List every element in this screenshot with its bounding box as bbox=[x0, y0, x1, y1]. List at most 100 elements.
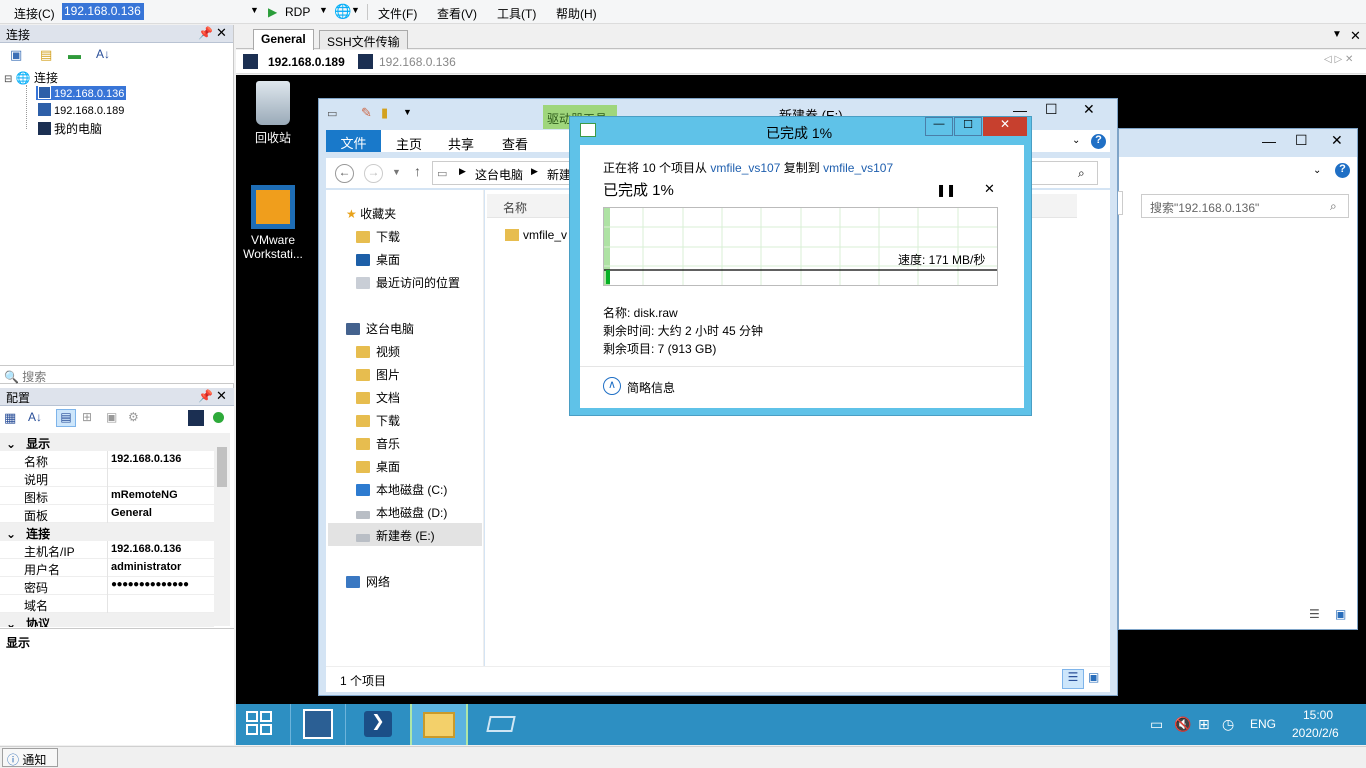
collapse-chevron-icon[interactable]: ⌄ bbox=[6, 527, 16, 541]
inheritance-icon[interactable]: ⊞ bbox=[82, 410, 92, 424]
tree-item-192-168-0-189[interactable]: 192.168.0.189 bbox=[36, 103, 126, 117]
config-scrollbar[interactable] bbox=[214, 433, 230, 626]
prop-value[interactable]: 192.168.0.136 bbox=[111, 453, 181, 465]
prop-value[interactable]: mRemoteNG bbox=[111, 489, 178, 501]
file-item[interactable]: vmfile_v bbox=[505, 228, 567, 242]
prop-value[interactable]: administrator bbox=[111, 561, 181, 573]
nav-drive-d[interactable]: 本地磁盘 (D:) bbox=[356, 504, 447, 521]
forward-arrow-icon[interactable]: → bbox=[364, 164, 383, 183]
help-icon[interactable]: ? bbox=[1091, 134, 1106, 149]
pause-icon[interactable]: ❚❚ bbox=[936, 183, 956, 197]
tab-list-chevron-icon[interactable]: ▼ bbox=[1332, 29, 1342, 40]
nav-fav-recent[interactable]: 最近访问的位置 bbox=[356, 274, 460, 291]
destination-link[interactable]: vmfile_vs107 bbox=[823, 161, 893, 175]
details-view-icon[interactable]: ☰ bbox=[1309, 607, 1320, 621]
scroll-tabs-icon[interactable]: ◁ ▷ ✕ bbox=[1324, 54, 1353, 65]
maximize-icon[interactable]: ☐ bbox=[1295, 132, 1308, 149]
prop-row-name[interactable]: 名称 192.168.0.136 bbox=[0, 451, 214, 469]
taskbar-copy[interactable] bbox=[486, 712, 516, 736]
taskbar-powershell[interactable]: ❯ bbox=[350, 704, 406, 745]
host-input[interactable]: 192.168.0.136 bbox=[62, 3, 144, 20]
properties-icon[interactable]: ▤ bbox=[56, 409, 76, 427]
tree-item-192-168-0-136[interactable]: 192.168.0.136 bbox=[36, 86, 127, 100]
new-connection-icon[interactable]: ▣ bbox=[10, 47, 22, 63]
show-desktop-icon[interactable]: ▭ bbox=[1150, 716, 1163, 733]
prop-value[interactable]: 192.168.0.136 bbox=[111, 543, 181, 555]
clock-date[interactable]: 2020/2/6 bbox=[1292, 726, 1339, 740]
ribbon-expand-chevron-icon[interactable]: ⌄ bbox=[1072, 135, 1080, 146]
properties-quick-icon[interactable]: ✎ bbox=[361, 105, 372, 121]
alphabetical-icon[interactable]: A↓ bbox=[28, 410, 42, 424]
large-icons-view-icon[interactable]: ▣ bbox=[1088, 670, 1099, 684]
category-connection[interactable]: ⌄ 连接 bbox=[0, 523, 214, 541]
nav-music[interactable]: 音乐 bbox=[356, 435, 400, 452]
prop-row-domain[interactable]: 域名 bbox=[0, 595, 214, 613]
protocol-dropdown-chevron-icon[interactable]: ▼ bbox=[319, 5, 328, 15]
collapse-details-icon[interactable]: ∧ bbox=[603, 377, 621, 395]
ribbon-tab-view[interactable]: 查看 bbox=[502, 134, 528, 153]
nav-videos[interactable]: 视频 bbox=[356, 343, 400, 360]
nav-pictures[interactable]: 图片 bbox=[356, 366, 400, 383]
prop-row-panel[interactable]: 面板 General bbox=[0, 505, 214, 523]
less-details-button[interactable]: 简略信息 bbox=[627, 379, 675, 396]
host-dropdown-chevron-icon[interactable]: ▼ bbox=[250, 5, 259, 15]
minimize-icon[interactable]: — bbox=[925, 117, 953, 136]
prop-row-icon[interactable]: 图标 mRemoteNG bbox=[0, 487, 214, 505]
default-props-icon[interactable]: ▣ bbox=[106, 410, 117, 424]
nav-fav-desktop[interactable]: 桌面 bbox=[356, 251, 400, 268]
session-tab-136[interactable]: 192.168.0.136 bbox=[379, 55, 456, 69]
start-button[interactable] bbox=[246, 711, 274, 737]
prop-row-password[interactable]: 密码 ●●●●●●●●●●●●●● bbox=[0, 577, 214, 595]
category-protocol[interactable]: ⌄ 协议 bbox=[0, 613, 214, 627]
connect-menu[interactable]: 连接(C) bbox=[14, 5, 55, 22]
help-icon[interactable]: ? bbox=[1335, 163, 1350, 178]
minimize-icon[interactable]: — bbox=[1262, 133, 1276, 149]
nav-network[interactable]: 网络 bbox=[346, 573, 390, 590]
prop-row-hostname[interactable]: 主机名/IP 192.168.0.136 bbox=[0, 541, 214, 559]
network-tray-icon[interactable]: ⊞ bbox=[1198, 716, 1210, 733]
pin-icon[interactable]: 📌 bbox=[198, 26, 213, 40]
nav-documents[interactable]: 文档 bbox=[356, 389, 400, 406]
category-display[interactable]: ⌄ 显示 bbox=[0, 433, 214, 451]
scrollbar-thumb[interactable] bbox=[217, 447, 227, 487]
tools-menu[interactable]: 工具(T) bbox=[497, 5, 536, 22]
back-arrow-icon[interactable]: ← bbox=[335, 164, 354, 183]
tab-general[interactable]: General bbox=[253, 29, 314, 50]
tree-root-connections[interactable]: ⊟ 🌐 连接 bbox=[4, 69, 58, 86]
ribbon-tab-home[interactable]: 主页 bbox=[396, 134, 422, 153]
language-indicator[interactable]: ENG bbox=[1250, 717, 1276, 731]
close-tab-icon[interactable]: ✕ bbox=[1350, 28, 1361, 44]
tree-item-my-computer[interactable]: 我的电脑 bbox=[36, 120, 104, 137]
taskbar-explorer[interactable] bbox=[410, 704, 468, 745]
new-folder-icon[interactable]: ▤ bbox=[40, 47, 52, 63]
clock-time[interactable]: 15:00 bbox=[1303, 708, 1333, 722]
prop-value[interactable]: ●●●●●●●●●●●●●● bbox=[111, 579, 189, 590]
globe-icon[interactable]: 🌐 bbox=[334, 3, 351, 20]
session-tab-189[interactable]: 192.168.0.189 bbox=[268, 55, 345, 69]
close-icon[interactable]: ✕ bbox=[1331, 132, 1343, 149]
nav-downloads[interactable]: 下载 bbox=[356, 412, 400, 429]
pin-icon[interactable]: 📌 bbox=[198, 389, 213, 403]
nav-fav-downloads[interactable]: 下载 bbox=[356, 228, 400, 245]
breadcrumb-chevron-icon[interactable]: ▶ bbox=[531, 166, 538, 177]
volume-muted-icon[interactable]: 🔇 bbox=[1174, 716, 1191, 733]
prop-row-description[interactable]: 说明 bbox=[0, 469, 214, 487]
breadcrumb-this-pc[interactable]: 这台电脑 bbox=[475, 166, 523, 183]
help-menu[interactable]: 帮助(H) bbox=[556, 5, 597, 22]
host-status-icon[interactable] bbox=[188, 410, 204, 426]
nav-desktop[interactable]: 桌面 bbox=[356, 458, 400, 475]
file-menu[interactable]: 文件(F) bbox=[378, 5, 417, 22]
up-arrow-icon[interactable]: ↑ bbox=[414, 163, 421, 179]
close-pane-icon[interactable]: ✕ bbox=[216, 25, 227, 41]
explorer-window-2[interactable]: — ☐ ✕ ⌄ ? 搜索"192.168.0.136" ⌕ ☰ ▣ bbox=[1117, 128, 1358, 630]
ribbon-tab-file[interactable]: 文件 bbox=[326, 130, 381, 152]
address-bar[interactable]: ▭ ▶ 这台电脑 ▶ 新建 bbox=[432, 161, 572, 185]
collapse-chevron-icon[interactable]: ⌄ bbox=[6, 617, 16, 627]
view-menu[interactable]: 查看(V) bbox=[437, 5, 477, 22]
globe-dropdown-chevron-icon[interactable]: ▼ bbox=[351, 5, 360, 15]
categorized-icon[interactable]: ▦ bbox=[4, 410, 16, 426]
details-view-icon[interactable]: ☰ bbox=[1062, 669, 1084, 689]
large-icons-view-icon[interactable]: ▣ bbox=[1335, 607, 1346, 621]
breadcrumb-new-volume[interactable]: 新建 bbox=[547, 166, 571, 183]
recycle-bin[interactable]: 回收站 bbox=[246, 81, 300, 146]
